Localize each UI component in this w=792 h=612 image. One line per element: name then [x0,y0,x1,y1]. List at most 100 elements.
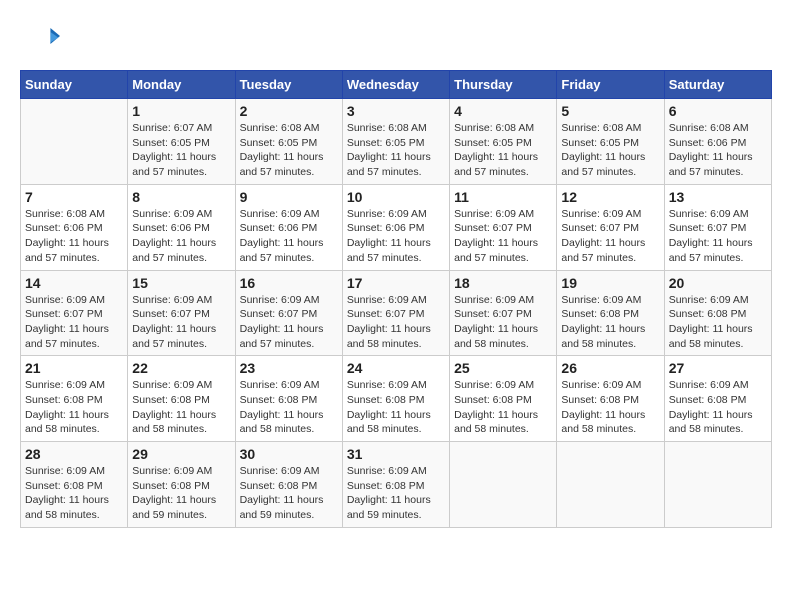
day-number: 8 [132,189,230,205]
day-info: Sunrise: 6:09 AMSunset: 6:06 PMDaylight:… [240,207,338,266]
day-number: 10 [347,189,445,205]
calendar-cell: 17 Sunrise: 6:09 AMSunset: 6:07 PMDayligh… [342,270,449,356]
day-number: 17 [347,275,445,291]
day-number: 20 [669,275,767,291]
day-info: Sunrise: 6:09 AMSunset: 6:08 PMDaylight:… [669,378,767,437]
day-info: Sunrise: 6:08 AMSunset: 6:05 PMDaylight:… [454,121,552,180]
day-number: 14 [25,275,123,291]
day-number: 24 [347,360,445,376]
calendar-week-row: 7Sunrise: 6:08 AMSunset: 6:06 PMDaylight… [21,184,772,270]
logo [20,20,64,60]
calendar-cell: 30Sunrise: 6:09 AMSunset: 6:08 PMDayligh… [235,442,342,528]
calendar-header-row: SundayMondayTuesdayWednesdayThursdayFrid… [21,71,772,99]
header-day-thursday: Thursday [450,71,557,99]
day-info: Sunrise: 6:09 AMSunset: 6:08 PMDaylight:… [347,378,445,437]
day-number: 28 [25,446,123,462]
calendar-cell: 22 Sunrise: 6:09 AMSunset: 6:08 PMDayligh… [128,356,235,442]
calendar-week-row: 21 Sunrise: 6:09 AMSunset: 6:08 PMDayligh… [21,356,772,442]
day-number: 18 [454,275,552,291]
day-number: 22 [132,360,230,376]
day-number: 4 [454,103,552,119]
day-number: 27 [669,360,767,376]
day-number: 9 [240,189,338,205]
day-info: Sunrise: 6:09 AMSunset: 6:08 PMDaylight:… [240,378,338,437]
day-info: Sunrise: 6:09 AMSunset: 6:08 PMDaylight:… [25,464,123,523]
calendar-cell: 15 Sunrise: 6:09 AMSunset: 6:07 PMDayligh… [128,270,235,356]
calendar-cell [450,442,557,528]
calendar-cell: 31Sunrise: 6:09 AMSunset: 6:08 PMDayligh… [342,442,449,528]
day-number: 25 [454,360,552,376]
header-day-tuesday: Tuesday [235,71,342,99]
header-day-saturday: Saturday [664,71,771,99]
logo-icon [20,20,60,60]
page-header [20,20,772,60]
day-info: Sunrise: 6:08 AMSunset: 6:05 PMDaylight:… [347,121,445,180]
calendar-cell: 5 Sunrise: 6:08 AMSunset: 6:05 PMDaylight… [557,99,664,185]
calendar-cell: 4 Sunrise: 6:08 AMSunset: 6:05 PMDaylight… [450,99,557,185]
calendar-cell: 21 Sunrise: 6:09 AMSunset: 6:08 PMDayligh… [21,356,128,442]
calendar-week-row: 28 Sunrise: 6:09 AMSunset: 6:08 PMDayligh… [21,442,772,528]
calendar-cell: 10 Sunrise: 6:09 AMSunset: 6:06 PMDayligh… [342,184,449,270]
day-number: 3 [347,103,445,119]
calendar-cell: 20 Sunrise: 6:09 AMSunset: 6:08 PMDayligh… [664,270,771,356]
day-info: Sunrise: 6:09 AMSunset: 6:06 PMDaylight:… [347,207,445,266]
calendar-table: SundayMondayTuesdayWednesdayThursdayFrid… [20,70,772,528]
day-info: Sunrise: 6:09 AMSunset: 6:07 PMDaylight:… [132,293,230,352]
day-number: 23 [240,360,338,376]
calendar-cell: 25 Sunrise: 6:09 AMSunset: 6:08 PMDayligh… [450,356,557,442]
day-info: Sunrise: 6:08 AMSunset: 6:06 PMDaylight:… [25,207,123,266]
day-info: Sunrise: 6:08 AMSunset: 6:05 PMDaylight:… [240,121,338,180]
day-info: Sunrise: 6:09 AMSunset: 6:07 PMDaylight:… [454,293,552,352]
calendar-cell: 16 Sunrise: 6:09 AMSunset: 6:07 PMDayligh… [235,270,342,356]
header-day-wednesday: Wednesday [342,71,449,99]
calendar-cell: 12 Sunrise: 6:09 AMSunset: 6:07 PMDayligh… [557,184,664,270]
day-number: 5 [561,103,659,119]
day-number: 26 [561,360,659,376]
day-info: Sunrise: 6:09 AMSunset: 6:07 PMDaylight:… [454,207,552,266]
day-number: 19 [561,275,659,291]
calendar-cell: 9 Sunrise: 6:09 AMSunset: 6:06 PMDaylight… [235,184,342,270]
calendar-cell: 11 Sunrise: 6:09 AMSunset: 6:07 PMDayligh… [450,184,557,270]
calendar-cell: 19Sunrise: 6:09 AMSunset: 6:08 PMDayligh… [557,270,664,356]
calendar-cell: 28 Sunrise: 6:09 AMSunset: 6:08 PMDayligh… [21,442,128,528]
calendar-cell [21,99,128,185]
calendar-cell: 7Sunrise: 6:08 AMSunset: 6:06 PMDaylight… [21,184,128,270]
day-info: Sunrise: 6:09 AMSunset: 6:08 PMDaylight:… [25,378,123,437]
calendar-week-row: 14 Sunrise: 6:09 AMSunset: 6:07 PMDayligh… [21,270,772,356]
day-info: Sunrise: 6:09 AMSunset: 6:07 PMDaylight:… [669,207,767,266]
calendar-cell: 1Sunrise: 6:07 AMSunset: 6:05 PMDaylight… [128,99,235,185]
day-number: 16 [240,275,338,291]
day-info: Sunrise: 6:09 AMSunset: 6:08 PMDaylight:… [132,378,230,437]
day-info: Sunrise: 6:09 AMSunset: 6:08 PMDaylight:… [347,464,445,523]
day-info: Sunrise: 6:09 AMSunset: 6:07 PMDaylight:… [347,293,445,352]
calendar-cell: 18 Sunrise: 6:09 AMSunset: 6:07 PMDayligh… [450,270,557,356]
day-info: Sunrise: 6:08 AMSunset: 6:06 PMDaylight:… [669,121,767,180]
day-info: Sunrise: 6:09 AMSunset: 6:06 PMDaylight:… [132,207,230,266]
day-info: Sunrise: 6:09 AMSunset: 6:08 PMDaylight:… [454,378,552,437]
day-number: 29 [132,446,230,462]
day-info: Sunrise: 6:08 AMSunset: 6:05 PMDaylight:… [561,121,659,180]
day-number: 6 [669,103,767,119]
header-day-monday: Monday [128,71,235,99]
calendar-cell: 29 Sunrise: 6:09 AMSunset: 6:08 PMDayligh… [128,442,235,528]
calendar-cell: 14Sunrise: 6:09 AMSunset: 6:07 PMDayligh… [21,270,128,356]
calendar-cell: 8 Sunrise: 6:09 AMSunset: 6:06 PMDaylight… [128,184,235,270]
day-number: 12 [561,189,659,205]
day-info: Sunrise: 6:09 AMSunset: 6:07 PMDaylight:… [561,207,659,266]
header-day-sunday: Sunday [21,71,128,99]
day-number: 15 [132,275,230,291]
day-info: Sunrise: 6:09 AMSunset: 6:08 PMDaylight:… [132,464,230,523]
calendar-cell [664,442,771,528]
calendar-cell: 3 Sunrise: 6:08 AMSunset: 6:05 PMDaylight… [342,99,449,185]
calendar-cell: 24 Sunrise: 6:09 AMSunset: 6:08 PMDayligh… [342,356,449,442]
day-info: Sunrise: 6:09 AMSunset: 6:08 PMDaylight:… [669,293,767,352]
day-number: 21 [25,360,123,376]
day-number: 13 [669,189,767,205]
calendar-cell [557,442,664,528]
day-info: Sunrise: 6:09 AMSunset: 6:08 PMDaylight:… [240,464,338,523]
day-number: 2 [240,103,338,119]
day-info: Sunrise: 6:07 AMSunset: 6:05 PMDaylight:… [132,121,230,180]
calendar-cell: 2 Sunrise: 6:08 AMSunset: 6:05 PMDaylight… [235,99,342,185]
day-number: 11 [454,189,552,205]
day-info: Sunrise: 6:09 AMSunset: 6:07 PMDaylight:… [240,293,338,352]
